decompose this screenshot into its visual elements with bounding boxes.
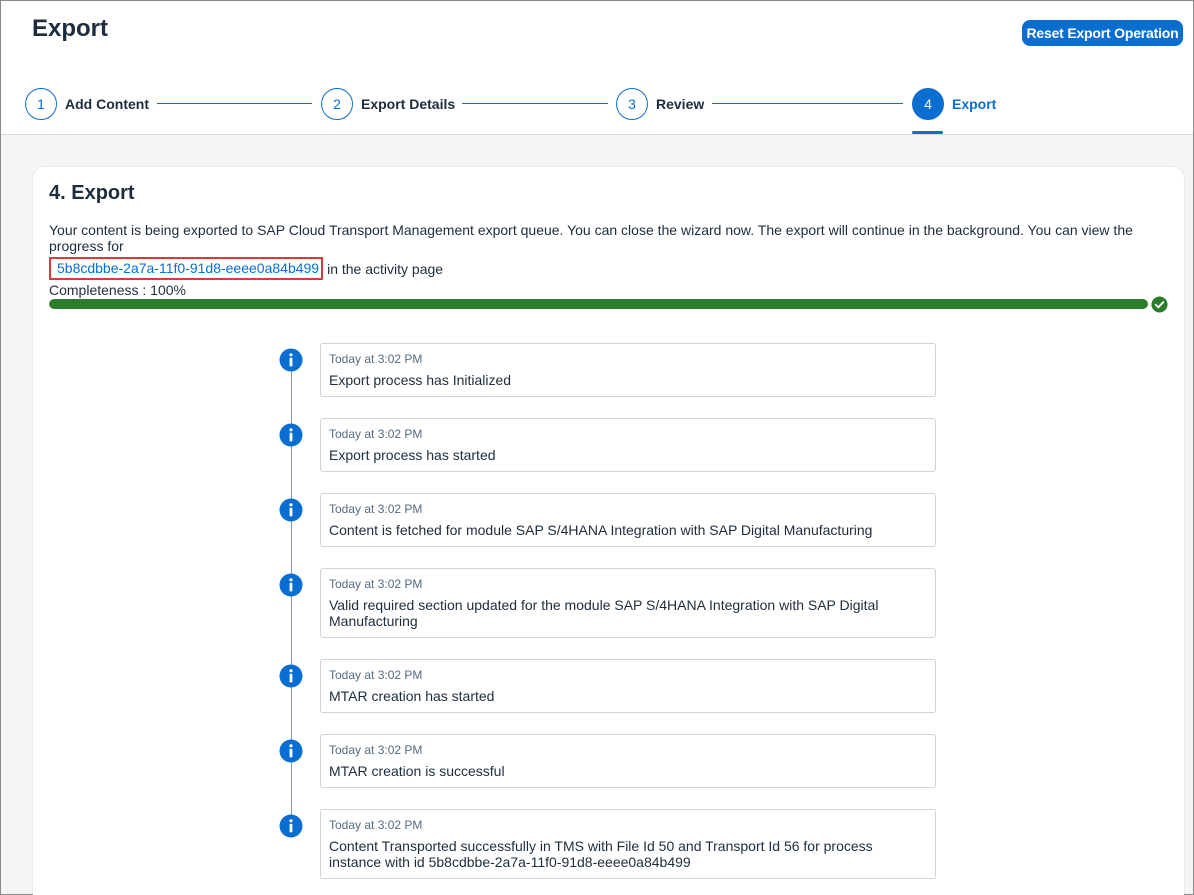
timeline-message-box: Today at 3:02 PM MTAR creation is success… xyxy=(320,734,936,788)
timeline-timestamp: Today at 3:02 PM xyxy=(329,427,423,441)
timeline-message: Export process has Initialized xyxy=(329,372,512,388)
timeline-message-box: Today at 3:02 PM Export process has Initi… xyxy=(320,343,936,397)
step-label: Review xyxy=(656,96,705,112)
info-icon xyxy=(279,664,303,688)
info-icon xyxy=(279,573,303,597)
page-header: Export Reset Export Operation 1 Add Cont… xyxy=(1,1,1193,135)
timeline-message-box: Today at 3:02 PM Content is fetched for m… xyxy=(320,493,936,547)
info-icon xyxy=(279,498,303,522)
timeline-message: Content Transported successfully in TMS … xyxy=(329,838,873,870)
timeline-timestamp: Today at 3:02 PM xyxy=(329,502,423,516)
step-number: 3 xyxy=(616,88,648,120)
step-number: 2 xyxy=(321,88,353,120)
info-icon xyxy=(279,423,303,447)
timeline-message: Valid required section updated for the m… xyxy=(329,597,879,629)
step-label: Export Details xyxy=(361,96,456,112)
step-number: 1 xyxy=(25,88,57,120)
timeline-timestamp: Today at 3:02 PM xyxy=(329,743,423,757)
step-connector xyxy=(712,103,903,104)
step-connector xyxy=(157,103,312,104)
timeline-message: MTAR creation is successful xyxy=(329,763,505,779)
timeline-message: Export process has started xyxy=(329,447,496,463)
timeline-message-box: Today at 3:02 PM MTAR creation has starte… xyxy=(320,659,936,713)
step-export-details[interactable]: 2 Export Details xyxy=(321,87,455,121)
page-title: Export xyxy=(32,15,109,42)
wizard-steps: 1 Add Content 2 Export Details 3 Review … xyxy=(1,87,1193,135)
export-card: 4. Export Your content is being exported… xyxy=(33,167,1184,895)
step-review[interactable]: 3 Review xyxy=(616,87,704,121)
step-number: 4 xyxy=(912,88,944,120)
info-icon xyxy=(279,814,303,838)
info-icon xyxy=(279,348,303,372)
timeline-message-box: Today at 3:02 PM Export process has start… xyxy=(320,418,936,472)
progress-bar xyxy=(49,299,1148,309)
timeline-timestamp: Today at 3:02 PM xyxy=(329,668,423,682)
active-step-indicator xyxy=(912,131,943,134)
timeline-message-box: Today at 3:02 PM Content Transported succ… xyxy=(320,809,936,879)
timeline-message-box: Today at 3:02 PM Valid required section u… xyxy=(320,568,936,638)
step-label: Add Content xyxy=(65,96,149,112)
reset-export-button[interactable]: Reset Export Operation xyxy=(1022,20,1183,46)
activity-link-row: 5b8cdbbe-2a7a-11f0-91d8-eeee0a84b499 in … xyxy=(49,257,443,280)
step-connector xyxy=(462,103,608,104)
timeline-message: MTAR creation has started xyxy=(329,688,495,704)
step-add-content[interactable]: 1 Add Content xyxy=(25,87,149,121)
progress-fill xyxy=(49,299,1148,309)
timeline-timestamp: Today at 3:02 PM xyxy=(329,577,423,591)
activity-page-text: in the activity page xyxy=(327,260,444,277)
info-icon xyxy=(279,739,303,763)
operation-id-link[interactable]: 5b8cdbbe-2a7a-11f0-91d8-eeee0a84b499 xyxy=(49,257,324,280)
timeline-message: Content is fetched for module SAP S/4HAN… xyxy=(329,522,873,538)
step-label: Export xyxy=(952,96,997,112)
export-description: Your content is being exported to SAP Cl… xyxy=(49,222,1133,254)
timeline-timestamp: Today at 3:02 PM xyxy=(329,352,423,366)
step-export[interactable]: 4 Export xyxy=(912,87,996,121)
completeness-label: Completeness : 100% xyxy=(49,282,186,298)
timeline-timestamp: Today at 3:02 PM xyxy=(329,818,423,832)
section-title: 4. Export xyxy=(49,182,135,204)
check-circle-icon xyxy=(1151,296,1168,313)
